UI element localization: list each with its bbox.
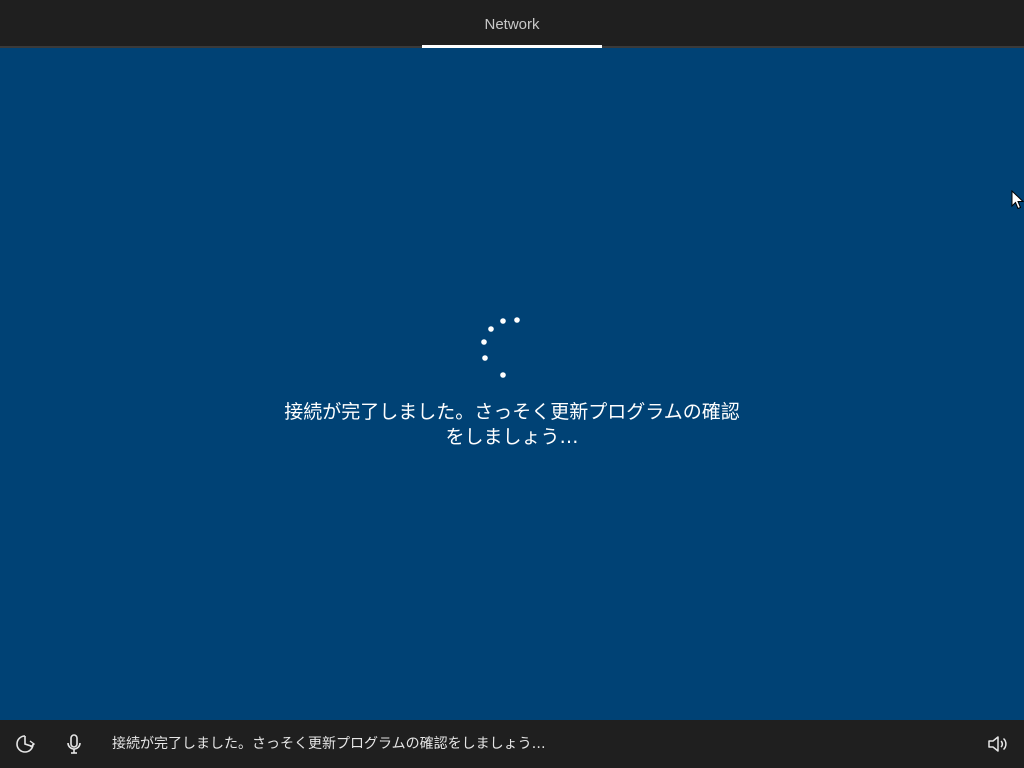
loading-spinner [481,317,520,378]
spinner-dot [488,326,494,332]
accessibility-icon[interactable] [13,732,37,756]
tab-network[interactable]: Network [422,0,602,46]
status-message: 接続が完了しました。さっそく更新プログラムの確認 をしましょう… [212,400,812,450]
setup-screen: Network 接続が完了しました。さっそく更新プログラムの確認 をしましょう… [0,0,1024,768]
top-bar: Network [0,0,1024,48]
spinner-dot [514,317,520,323]
spinner-dot [500,318,506,324]
spinner-dot [482,355,488,361]
status-line-1: 接続が完了しました。さっそく更新プログラムの確認 [284,401,740,423]
spinner-dot [500,372,506,378]
spinner-dot [481,339,487,345]
microphone-icon[interactable] [62,732,86,756]
bottom-bar: 接続が完了しました。さっそく更新プログラムの確認をしましょう… [0,720,1024,768]
status-line-2: をしましょう… [445,426,579,448]
volume-icon[interactable] [985,732,1009,756]
active-tab-indicator [422,45,602,48]
caption-text: 接続が完了しました。さっそく更新プログラムの確認をしましょう… [112,736,546,752]
mouse-cursor-icon [1011,190,1024,210]
